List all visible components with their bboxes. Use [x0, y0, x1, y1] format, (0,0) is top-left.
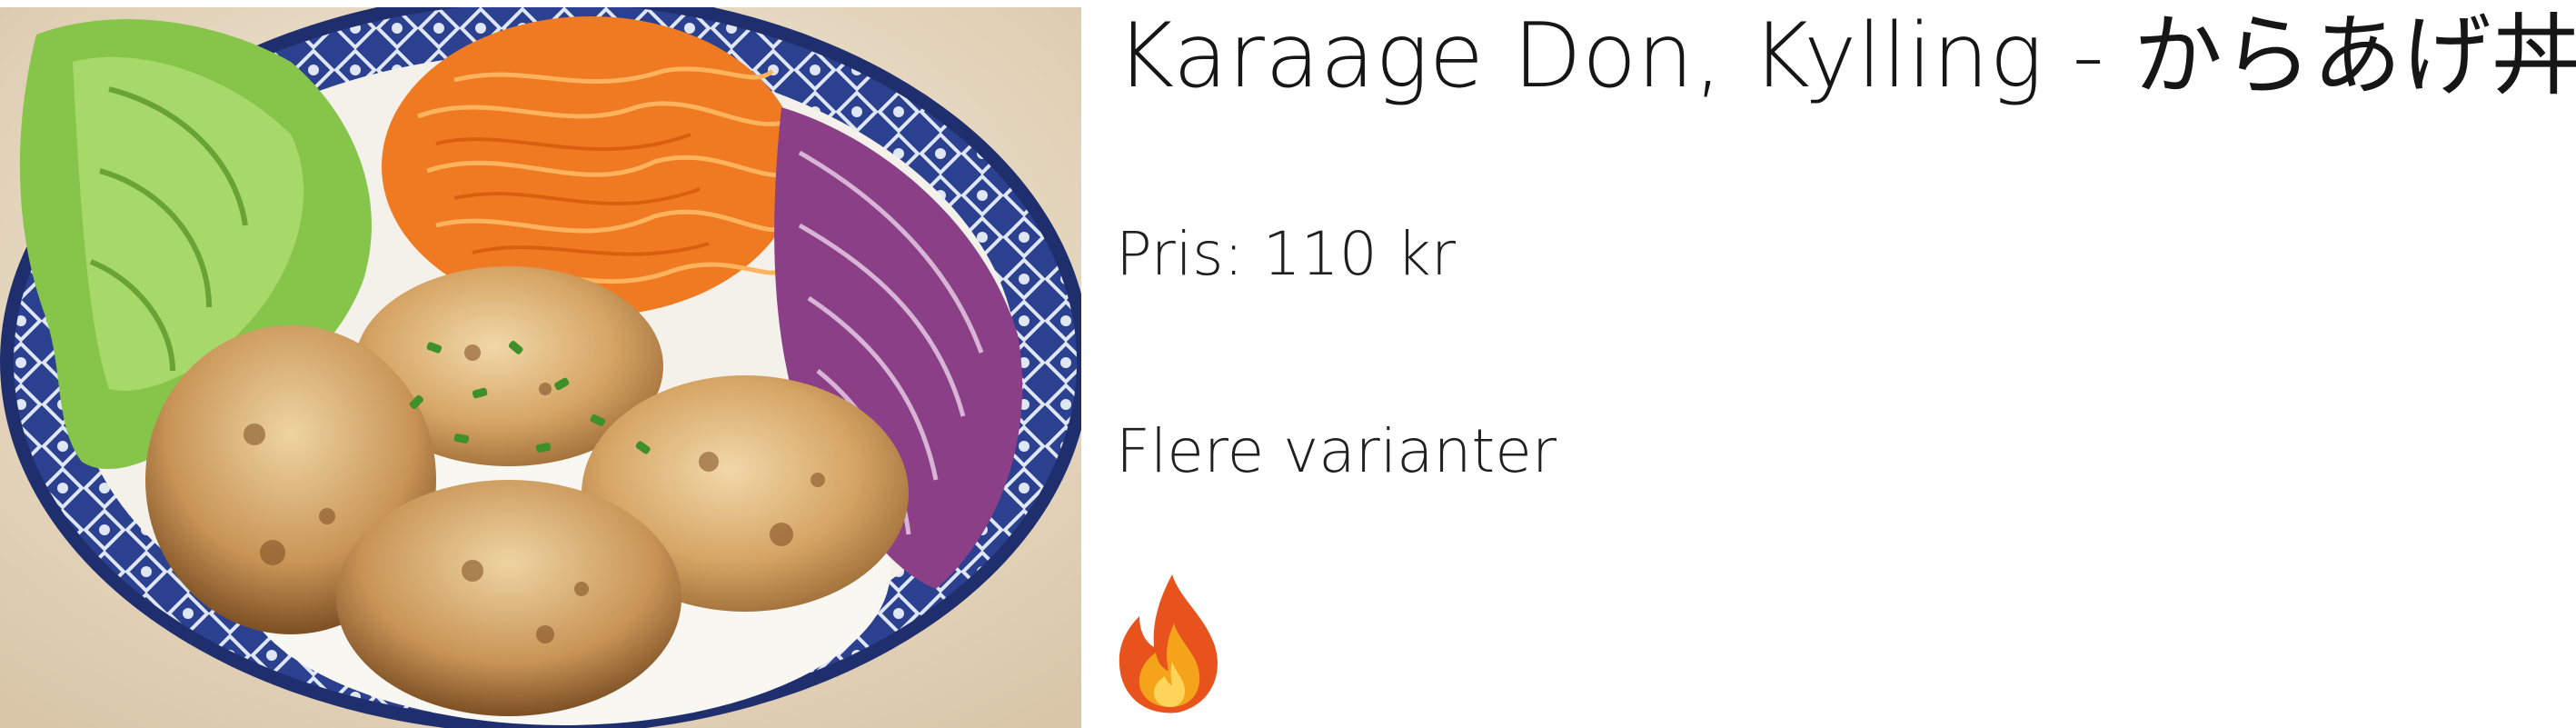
product-photo: [0, 7, 1081, 728]
product-title: Karaage Don, Kylling - からあげ丼: [1116, 5, 2576, 108]
product-info: Karaage Don, Kylling - からあげ丼 Pris: 110 k…: [1116, 0, 2576, 728]
product-price: Pris: 110 kr: [1116, 219, 1457, 289]
product-card: Karaage Don, Kylling - からあげ丼 Pris: 110 k…: [0, 0, 2576, 728]
food-bowl-image: [0, 7, 1081, 728]
variants-link[interactable]: Flere varianter: [1116, 415, 1557, 487]
fire-icon: [1116, 571, 1223, 714]
